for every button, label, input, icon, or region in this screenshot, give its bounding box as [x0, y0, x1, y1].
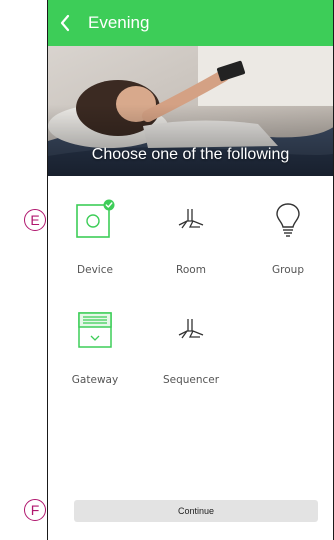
- hero-image: Choose one of the following: [48, 46, 333, 176]
- page-title: Evening: [88, 13, 150, 32]
- option-label: Device: [77, 264, 113, 276]
- phone-screen: Evening Choose one of the following Devi…: [47, 0, 334, 540]
- option-label: Room: [176, 264, 206, 276]
- chevron-left-icon: [60, 14, 70, 32]
- ceiling-fan-icon: [178, 319, 204, 339]
- option-label: Gateway: [71, 374, 119, 386]
- lightbulb-icon: [276, 203, 300, 237]
- option-gateway[interactable]: Gateway: [48, 308, 143, 386]
- selected-check-icon: [103, 199, 115, 211]
- ceiling-fan-icon: [178, 209, 204, 229]
- back-button[interactable]: [48, 0, 82, 46]
- option-group[interactable]: Group: [240, 198, 333, 276]
- option-room[interactable]: Room: [143, 198, 239, 276]
- option-sequencer[interactable]: Sequencer: [143, 308, 239, 386]
- app-header: Evening: [48, 0, 333, 46]
- gateway-icon: [78, 312, 112, 348]
- option-label: Sequencer: [162, 374, 220, 386]
- callout-f: F: [24, 499, 46, 521]
- device-icon: [76, 199, 115, 238]
- callout-e: E: [24, 209, 46, 231]
- continue-button[interactable]: Continue: [74, 500, 318, 522]
- option-label: Group: [272, 264, 304, 276]
- hero-caption: Choose one of the following: [91, 146, 290, 163]
- option-device[interactable]: Device: [48, 198, 143, 276]
